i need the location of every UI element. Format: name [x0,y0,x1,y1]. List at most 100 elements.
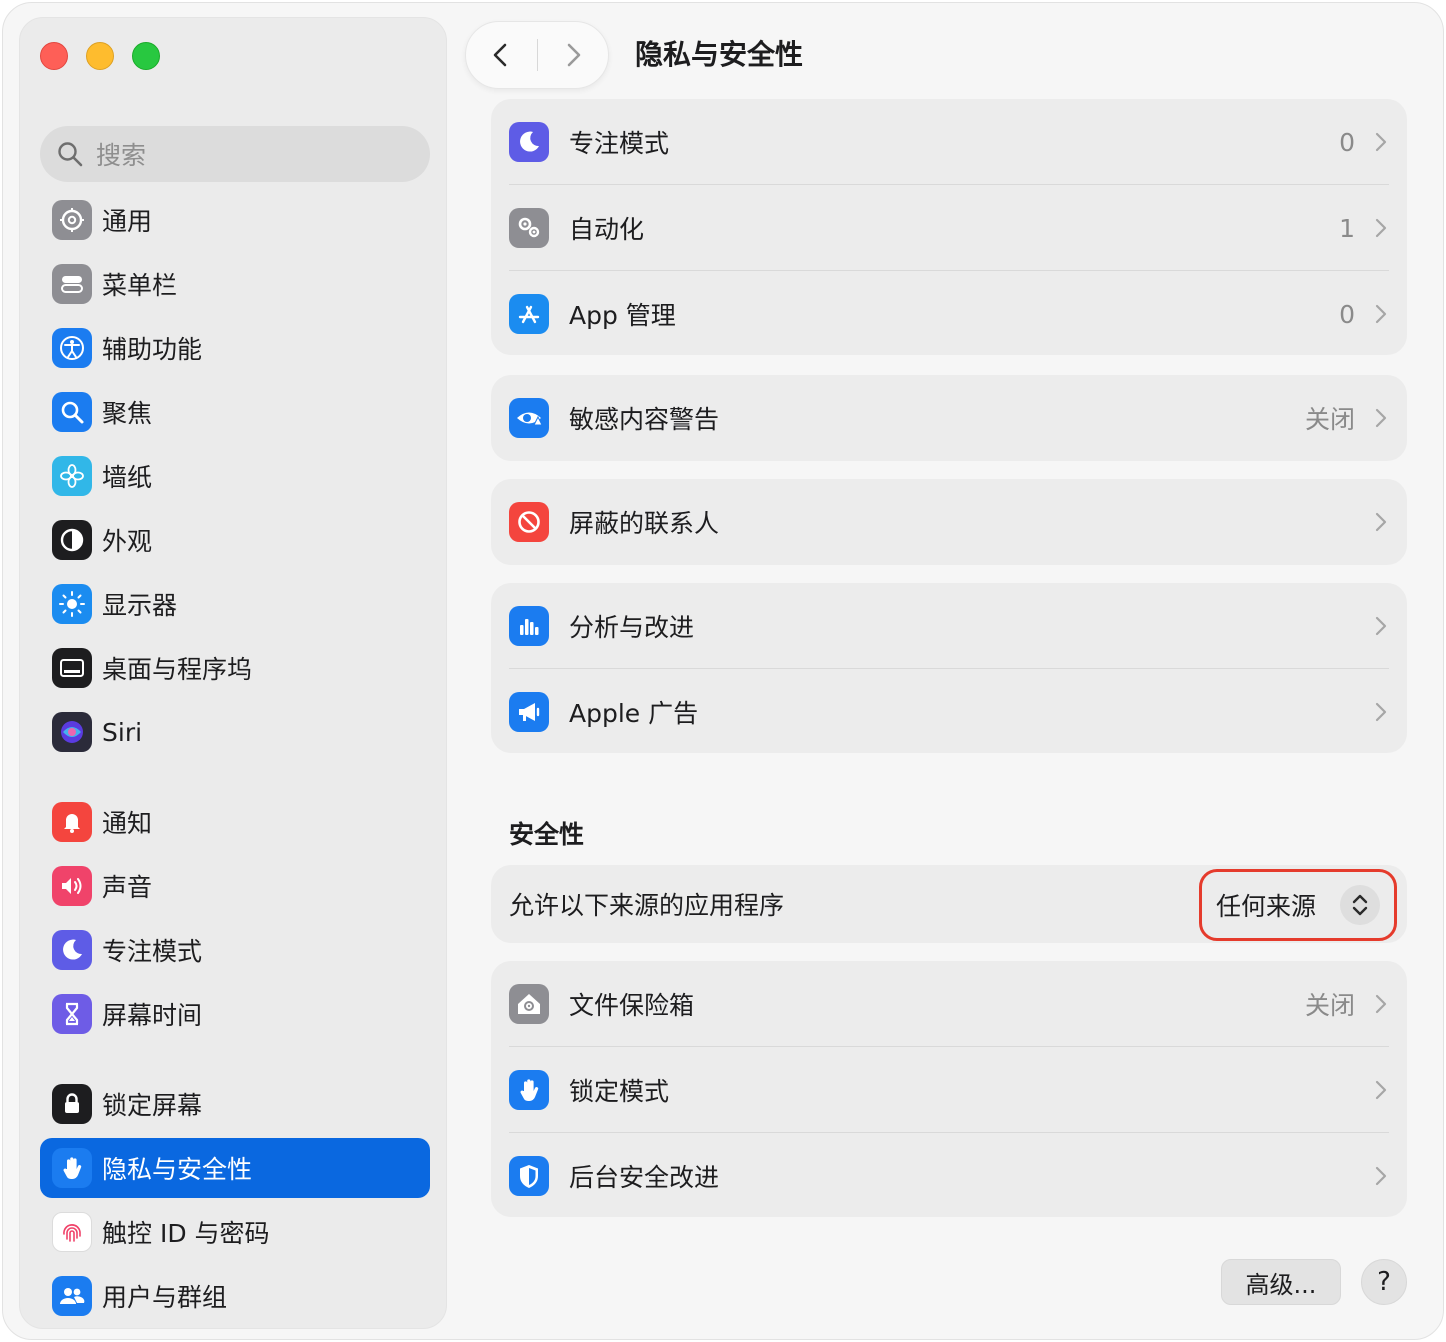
forward-button[interactable] [538,21,609,89]
app-source-popup[interactable]: 任何来源 [1199,869,1397,941]
megaphone-icon [509,692,549,732]
appearance-icon [52,520,92,560]
moon-icon [509,122,549,162]
sidebar-item[interactable]: 触控 ID 与密码 [40,1202,430,1262]
settings-row-label: 分析与改进 [569,613,695,642]
advanced-button[interactable]: 高级... [1221,1259,1341,1305]
settings-row[interactable]: 后台安全改进 [491,1133,1407,1219]
sidebar-item-label: 菜单栏 [102,271,178,300]
eye-warning-icon [509,398,549,438]
minimize-window-button[interactable] [86,42,114,70]
hand-icon [52,1148,92,1188]
sidebar-item[interactable]: 显示器 [40,574,430,634]
sidebar-item[interactable]: 通知 [40,792,430,852]
settings-row[interactable]: 专注模式 0 [491,99,1407,185]
privacy-group-1: 专注模式 0 自动化 1 App 管理 0 [491,99,1407,355]
users-icon [52,1276,92,1316]
display-icon [52,584,92,624]
sidebar-item[interactable]: 隐私与安全性 [40,1138,430,1198]
sidebar-item[interactable]: 声音 [40,856,430,916]
settings-row[interactable]: 敏感内容警告 关闭 [491,375,1407,461]
menubar-icon [52,264,92,304]
zoom-window-button[interactable] [132,42,160,70]
chevron-right-icon [1375,132,1387,152]
chevron-left-icon [493,43,507,67]
shield-icon [509,1156,549,1196]
sidebar-item[interactable]: Siri [40,702,430,762]
sidebar-item[interactable]: 聚焦 [40,382,430,442]
gear-icon [52,200,92,240]
wallpaper-icon [52,456,92,496]
sidebar-item[interactable]: 外观 [40,510,430,570]
notification-icon [52,802,92,842]
back-button[interactable] [466,21,537,89]
settings-row-label: 专注模式 [569,129,670,158]
sidebar-item-label: 显示器 [102,591,178,620]
accessibility-icon [52,328,92,368]
sidebar-item-label: 辅助功能 [102,335,203,364]
sidebar-item[interactable]: 菜单栏 [40,254,430,314]
settings-row-label: 文件保险箱 [569,991,695,1020]
settings-row[interactable]: 屏蔽的联系人 [491,479,1407,565]
search-input[interactable]: 搜索 [40,126,430,182]
settings-row[interactable]: 分析与改进 [491,583,1407,669]
chevron-right-icon [1375,1080,1387,1100]
settings-row-label: 屏蔽的联系人 [569,509,720,538]
settings-row[interactable]: 锁定模式 [491,1047,1407,1133]
sound-icon [52,866,92,906]
security-section-title: 安全性 [509,820,585,849]
sidebar-item[interactable]: 桌面与程序坞 [40,638,430,698]
appstore-icon [509,294,549,334]
sidebar-item[interactable]: 辅助功能 [40,318,430,378]
close-window-button[interactable] [40,42,68,70]
settings-row[interactable]: 文件保险箱 关闭 [491,961,1407,1047]
chevron-right-icon [1375,408,1387,428]
sidebar-item-label: 通用 [102,207,153,236]
sidebar-item[interactable]: 用户与群组 [40,1266,430,1326]
fingerprint-icon [52,1212,92,1252]
chevron-right-icon [567,43,581,67]
moon-icon [52,930,92,970]
sidebar-item[interactable]: 屏幕时间 [40,984,430,1044]
sidebar-item-label: 屏幕时间 [102,1001,203,1030]
settings-row-value: 关闭 [1304,405,1355,434]
app-source-value: 任何来源 [1216,892,1317,921]
settings-row-label: 锁定模式 [569,1077,670,1106]
sidebar-item[interactable]: 墙纸 [40,446,430,506]
chevron-right-icon [1375,512,1387,532]
settings-row[interactable]: 自动化 1 [491,185,1407,271]
sidebar-item[interactable]: 专注模式 [40,920,430,980]
hand-icon [509,1070,549,1110]
settings-row-label: 自动化 [569,215,645,244]
sidebar-item-label: 外观 [102,527,153,556]
gears-icon [509,208,549,248]
settings-row[interactable]: App 管理 0 [491,271,1407,357]
sidebar-item[interactable]: 锁定屏幕 [40,1074,430,1134]
sidebar-item[interactable]: 通用 [40,190,430,250]
sidebar-item-label: 桌面与程序坞 [102,655,253,684]
privacy-group-3: 屏蔽的联系人 [491,479,1407,565]
spotlight-icon [52,392,92,432]
sidebar-item-label: 隐私与安全性 [102,1155,253,1184]
dock-icon [52,648,92,688]
settings-row[interactable]: Apple 广告 [491,669,1407,755]
privacy-group-4: 分析与改进 Apple 广告 [491,583,1407,753]
page-title: 隐私与安全性 [635,38,804,71]
filevault-icon [509,984,549,1024]
sidebar-item-label: Siri [102,717,143,747]
help-button[interactable]: ? [1361,1259,1407,1305]
chevron-right-icon [1375,1166,1387,1186]
lock-icon [52,1084,92,1124]
chevron-right-icon [1375,616,1387,636]
siri-icon [52,712,92,752]
sidebar: 搜索 通用菜单栏辅助功能聚焦 墙纸外观显示器桌面与程序坞 Siri 通知 声音 专注模式屏… [19,17,447,1329]
sidebar-item-label: 用户与群组 [102,1283,228,1312]
privacy-group-2: 敏感内容警告 关闭 [491,375,1407,461]
updown-chevron-icon [1340,885,1380,925]
settings-row-value: 0 [1339,299,1355,329]
search-placeholder: 搜索 [96,141,147,170]
navigation-buttons [465,21,609,89]
settings-row-label: 敏感内容警告 [569,405,720,434]
app-source-label: 允许以下来源的应用程序 [509,891,785,920]
hourglass-icon [52,994,92,1034]
